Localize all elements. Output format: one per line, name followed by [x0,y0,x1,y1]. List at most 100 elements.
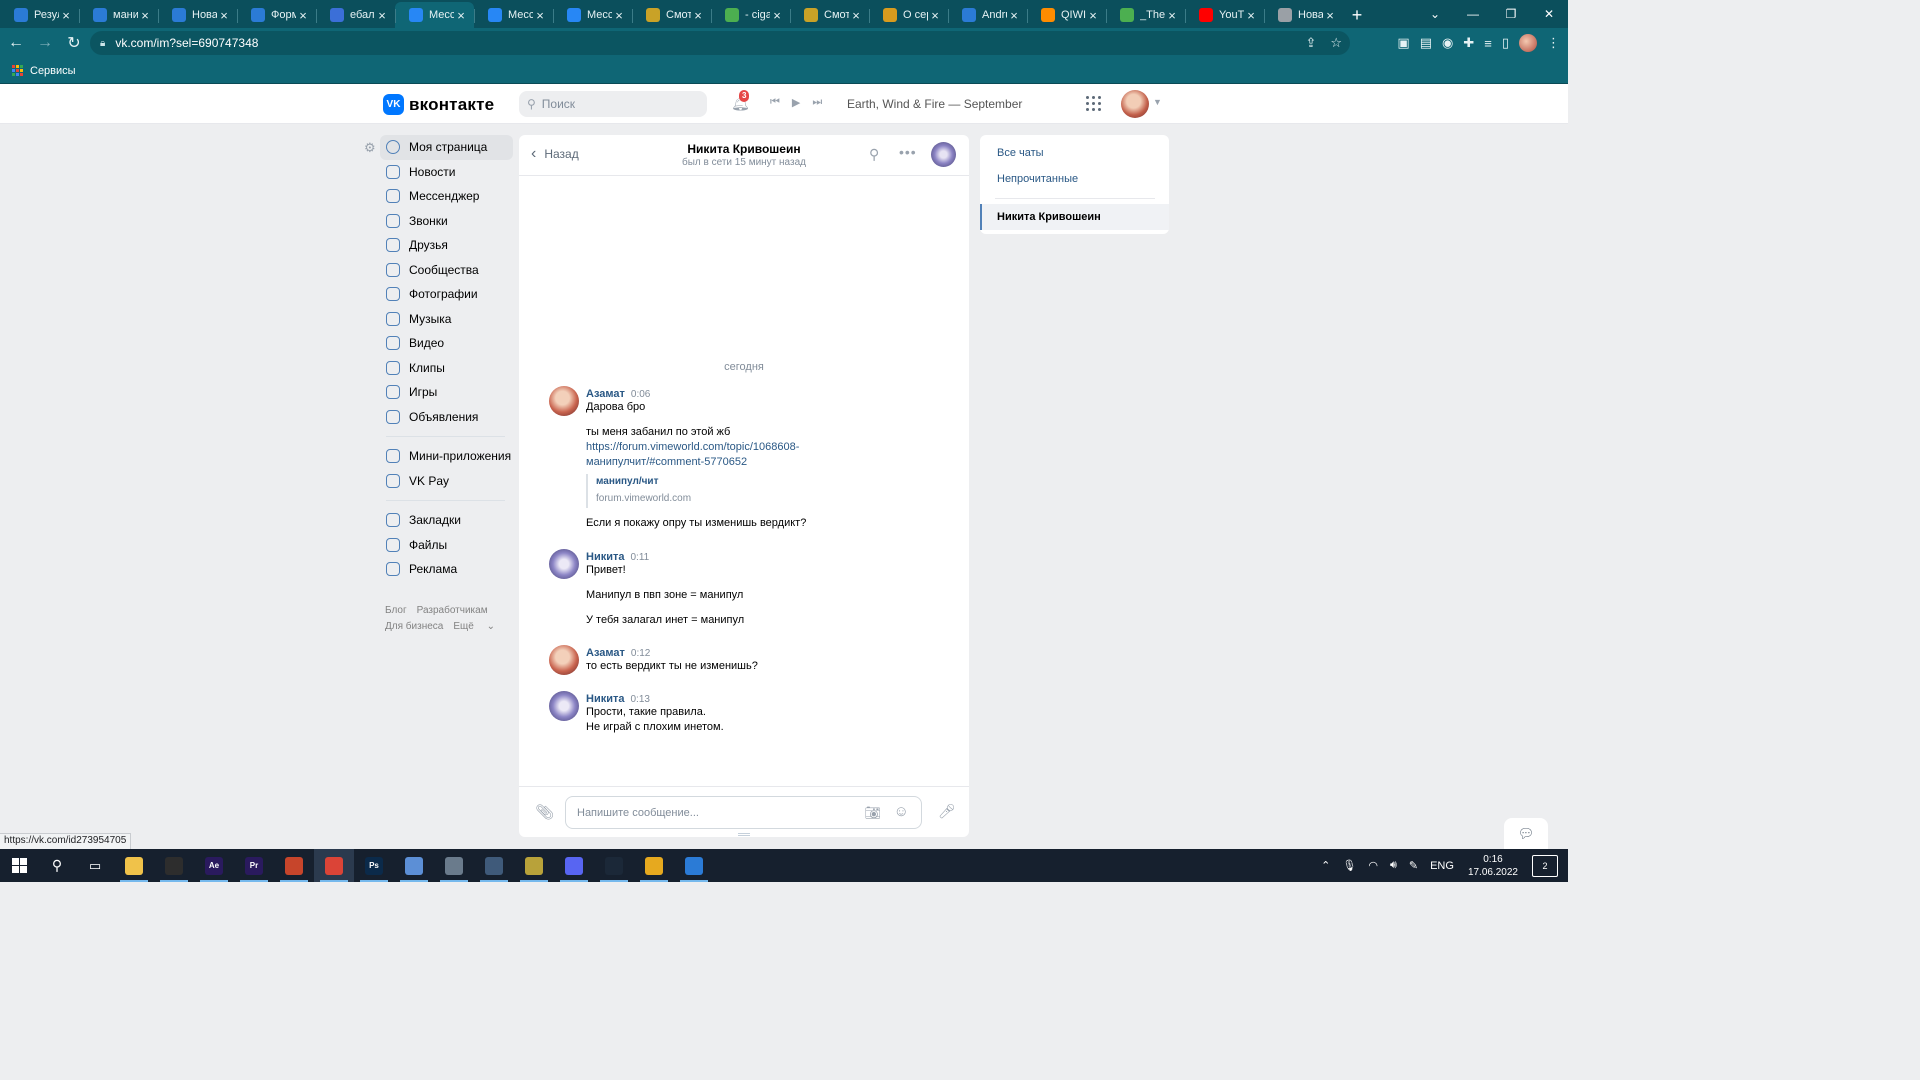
browser-tab[interactable]: ебал × [316,2,395,28]
clock[interactable]: 0:16 17.06.2022 [1468,853,1518,879]
tab-close-icon[interactable]: × [612,8,626,23]
paint-icon[interactable] [394,849,434,882]
tab-close-icon[interactable]: × [217,8,231,23]
sender-name[interactable]: Никита [586,551,624,563]
obs-icon[interactable] [154,849,194,882]
new-tab-plus-icon[interactable]: + [1343,2,1371,28]
cast-icon[interactable]: ▣ [1397,35,1409,51]
attach-paperclip-icon[interactable]: 📎︎ [535,803,554,821]
camera-icon[interactable]: 📷︎ [864,805,881,821]
calculator-icon[interactable] [474,849,514,882]
business-link[interactable]: Для бизнеса [385,621,443,632]
tray-expand-icon[interactable]: ⌃ [1321,859,1330,872]
puzzle-icon[interactable]: ✚ [1463,35,1474,51]
steam-icon[interactable] [594,849,634,882]
sidebar-item[interactable]: Друзья [360,233,515,258]
previous-track-icon[interactable]: ⏮ [770,96,780,109]
microphone-icon[interactable]: 🎤︎ [938,803,956,820]
more-link[interactable]: Ещё ⌄ [453,621,495,632]
vk-logo[interactable]: VK вконтакте [383,94,494,115]
sidebar-item[interactable]: Фотографии [360,282,515,307]
back-arrow-icon[interactable]: ← [3,30,29,56]
side-panel-icon[interactable]: ▯ [1502,35,1509,51]
after-effects-icon[interactable]: Ae [194,849,234,882]
all-chats-link[interactable]: Все чаты [997,147,1044,159]
sidebar-item[interactable]: Звонки [360,209,515,234]
browser-tab[interactable]: _TheS× [1106,2,1185,28]
play-icon[interactable]: ▶ [792,96,800,109]
chrome-icon[interactable] [314,849,354,882]
selected-chat-item[interactable]: Никита Кривошеин [980,204,1169,230]
sidebar-item[interactable]: Объявления [360,405,515,430]
app2-icon[interactable] [434,849,474,882]
close-window-button[interactable]: ✕ [1530,0,1568,28]
browser-tab[interactable]: Нова × [158,2,237,28]
sidebar-item[interactable]: Новости [360,160,515,185]
search-icon[interactable]: ⚲ [38,849,76,882]
services-bookmark[interactable]: Сервисы [30,65,76,77]
sidebar-item[interactable]: Реклама [360,557,515,582]
cheat-engine-icon[interactable] [514,849,554,882]
sender-avatar[interactable] [549,549,579,579]
browser-tab[interactable]: Смотр× [632,2,711,28]
sender-name[interactable]: Азамат [586,647,625,659]
sidebar-item[interactable]: VK Pay [360,469,515,494]
address-bar[interactable]: 🔒︎ vk.com/im?sel=690747348 ⇪ ☆ [90,31,1350,55]
extension-icon[interactable]: ◉ [1442,35,1453,51]
volume-icon[interactable]: 🔊︎ [1390,859,1397,872]
sidebar-item[interactable]: Моя страница [380,135,513,160]
gear-icon[interactable]: ⚙ [364,140,376,156]
tab-close-icon[interactable]: × [849,8,863,23]
apps-grid-icon[interactable] [12,64,24,77]
photoshop-icon[interactable]: Ps [354,849,394,882]
browser-tab[interactable]: - ciga × [711,2,790,28]
sender-avatar[interactable] [549,691,579,721]
more-options-icon[interactable]: ••• [899,144,917,160]
discord-icon[interactable] [554,849,594,882]
browser-tab[interactable]: Andru× [948,2,1027,28]
sidebar-item[interactable]: Закладки [360,508,515,533]
app-icon[interactable] [274,849,314,882]
sender-avatar[interactable] [549,645,579,675]
media-control-icon[interactable]: ≡ [1484,36,1492,51]
share-icon[interactable]: ⇪ [1305,35,1316,51]
sidebar-item[interactable]: Файлы [360,533,515,558]
next-track-icon[interactable]: ⏭ [812,96,822,109]
services-grid-icon[interactable] [1086,96,1101,111]
blog-link[interactable]: Блог [385,605,407,616]
unread-chats-link[interactable]: Непрочитанные [997,173,1078,185]
sender-name[interactable]: Азамат [586,388,625,400]
browser-tab[interactable]: Смотр× [790,2,869,28]
message-time[interactable]: 0:11 [630,552,649,563]
sidebar-item[interactable]: Мессенджер [360,184,515,209]
browser-tab[interactable]: Месс × [474,2,553,28]
sidebar-item[interactable]: Клипы [360,356,515,381]
user-avatar[interactable] [1121,90,1149,118]
pip-icon[interactable]: ▤ [1420,35,1432,51]
browser-tab[interactable]: Месс × [553,2,632,28]
premiere-icon[interactable]: Pr [234,849,274,882]
chevron-down-icon[interactable]: ▼ [1153,97,1162,107]
message-time[interactable]: 0:13 [630,694,649,705]
pen-icon[interactable]: ✎ [1409,859,1418,872]
sidebar-item[interactable]: Видео [360,331,515,356]
tab-close-icon[interactable]: × [1165,8,1179,23]
tab-close-icon[interactable]: × [454,8,468,23]
tab-close-icon[interactable]: × [1244,8,1258,23]
browser-tab[interactable]: YouTu× [1185,2,1264,28]
microphone-icon[interactable]: 🎙︎ [1342,859,1356,872]
task-view-icon[interactable]: ▭ [76,849,114,882]
message-input[interactable]: Напишите сообщение... 📷︎ ☺ [565,796,922,829]
sidebar-item[interactable]: Сообщества [360,258,515,283]
reload-icon[interactable]: ↻ [61,30,87,56]
sender-avatar[interactable] [549,386,579,416]
sidebar-item[interactable]: Игры [360,380,515,405]
message-time[interactable]: 0:06 [631,389,650,400]
tab-close-icon[interactable]: × [770,8,784,23]
link-preview[interactable]: манипул/чит forum.vimeworld.com [586,474,949,508]
bookmark-star-icon[interactable]: ☆ [1330,35,1342,51]
developers-link[interactable]: Разработчикам [417,605,488,616]
network-icon[interactable]: ◠ [1368,859,1378,872]
file-explorer-icon[interactable] [114,849,154,882]
search-input[interactable]: ⚲ Поиск [519,91,707,117]
